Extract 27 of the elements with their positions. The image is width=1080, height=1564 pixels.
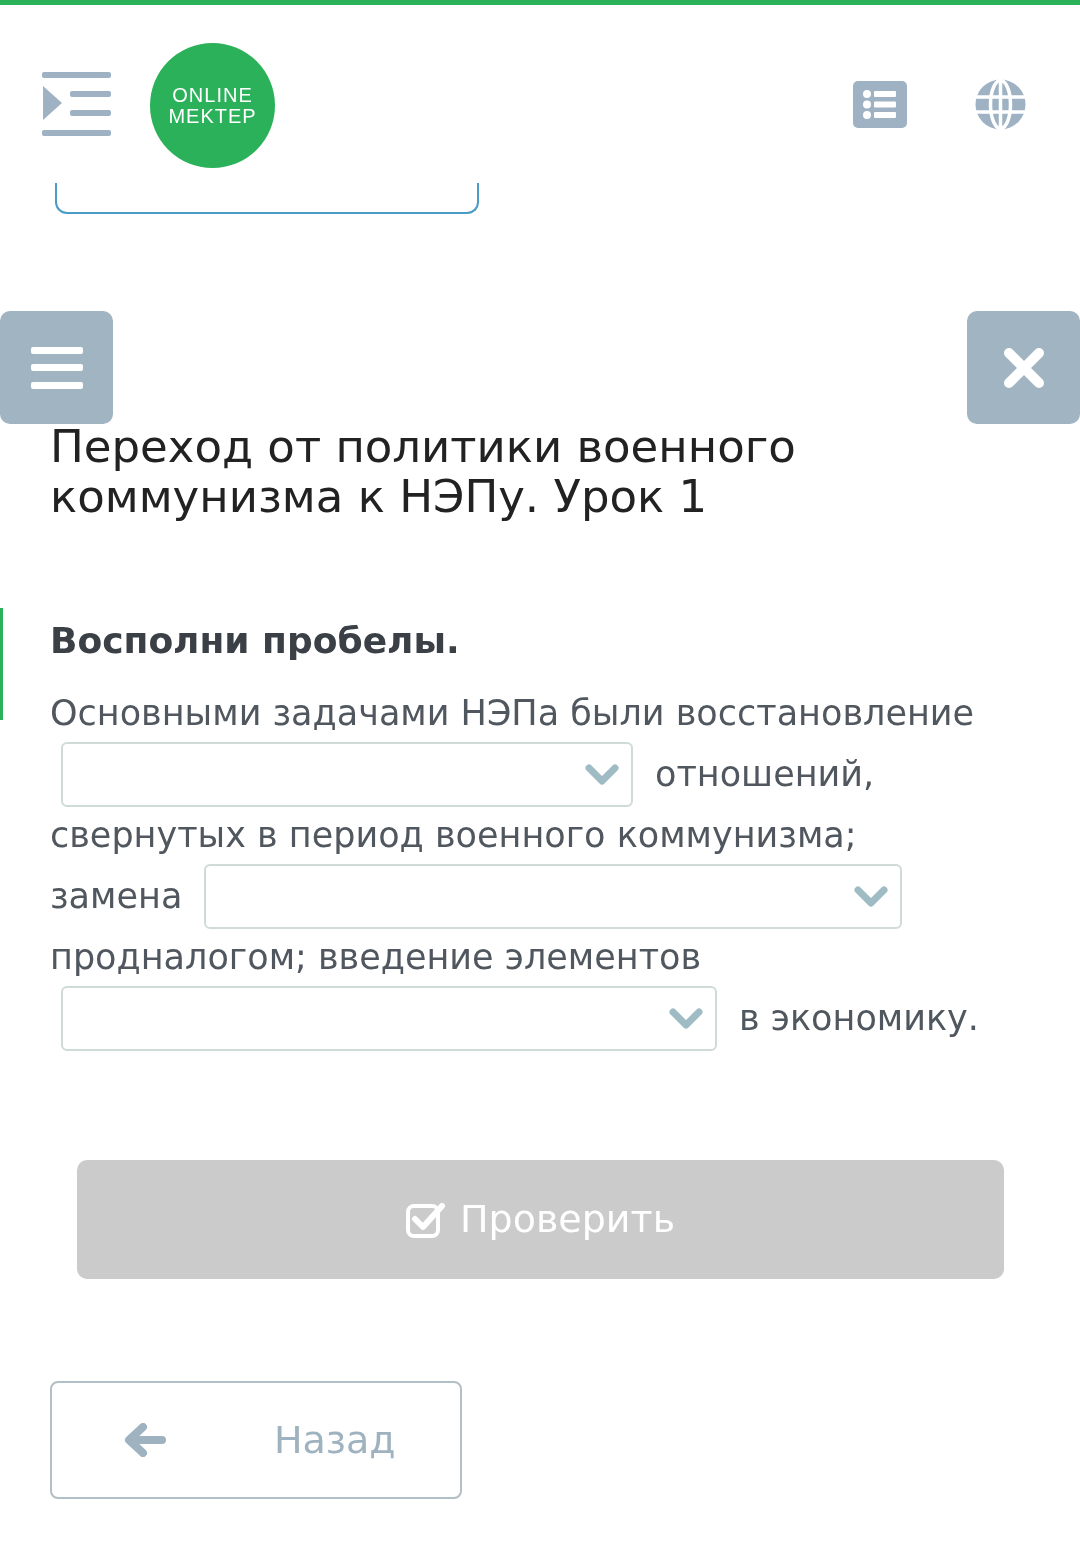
chevron-icon (854, 885, 889, 908)
answer-dropdown[interactable] (61, 986, 717, 1051)
menu-icon[interactable] (42, 72, 111, 137)
answer-dropdown[interactable] (61, 742, 633, 807)
task-instruction: Восполни пробелы. (50, 619, 460, 663)
logo[interactable]: ONLINE MEKTEP (150, 43, 275, 168)
menu-button[interactable] (0, 311, 113, 424)
chevron-icon (669, 1007, 703, 1030)
arrow-left-icon (124, 1423, 166, 1457)
checkbox-icon (405, 1200, 446, 1239)
back-button[interactable]: Назад (50, 1381, 462, 1499)
menu-icon (30, 346, 83, 389)
sentence-text: в экономику. (739, 997, 979, 1041)
close-icon (1002, 346, 1045, 389)
list-icon[interactable] (853, 81, 907, 128)
lesson-title: Переход от политики военного коммунизма к НЭПу. Урок 1 (50, 422, 797, 522)
sentence-text: замена (50, 875, 183, 919)
globe-icon[interactable] (975, 79, 1026, 130)
sentence-text: продналогом; введение элементов (50, 936, 702, 980)
answer-dropdown[interactable] (204, 864, 903, 929)
chevron-icon (585, 763, 619, 786)
sentence-text: свернутых в период военного коммунизма; (50, 814, 857, 858)
close-button[interactable] (967, 311, 1080, 424)
sentence-text: отношений, (655, 753, 875, 797)
logo-text: MEKTEP (168, 105, 257, 127)
logo-text: ONLINE (172, 84, 253, 106)
sentence-text: Основными задачами НЭПа были восстановление (50, 692, 975, 736)
